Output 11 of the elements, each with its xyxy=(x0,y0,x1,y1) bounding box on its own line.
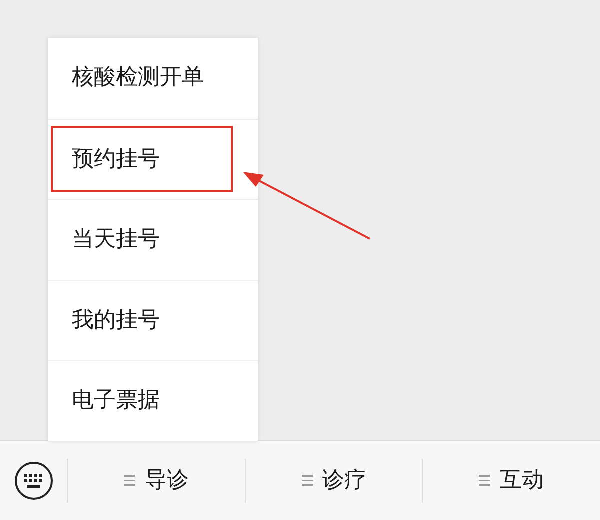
menu-icon xyxy=(124,475,135,486)
menu-item[interactable]: 核酸检测开单 xyxy=(48,38,258,118)
menu-item[interactable]: 预约挂号 xyxy=(48,118,258,199)
menu-item[interactable]: 我的挂号 xyxy=(48,280,258,360)
menu-tab[interactable]: 互动 xyxy=(422,458,600,502)
menu-icon xyxy=(479,475,490,486)
menu-tab[interactable]: 导诊 xyxy=(68,458,245,502)
menu-tab[interactable]: 诊疗 xyxy=(244,458,422,502)
keyboard-icon[interactable] xyxy=(14,460,54,500)
menu-item[interactable]: 当天挂号 xyxy=(48,199,258,280)
menu-icon xyxy=(302,475,312,486)
